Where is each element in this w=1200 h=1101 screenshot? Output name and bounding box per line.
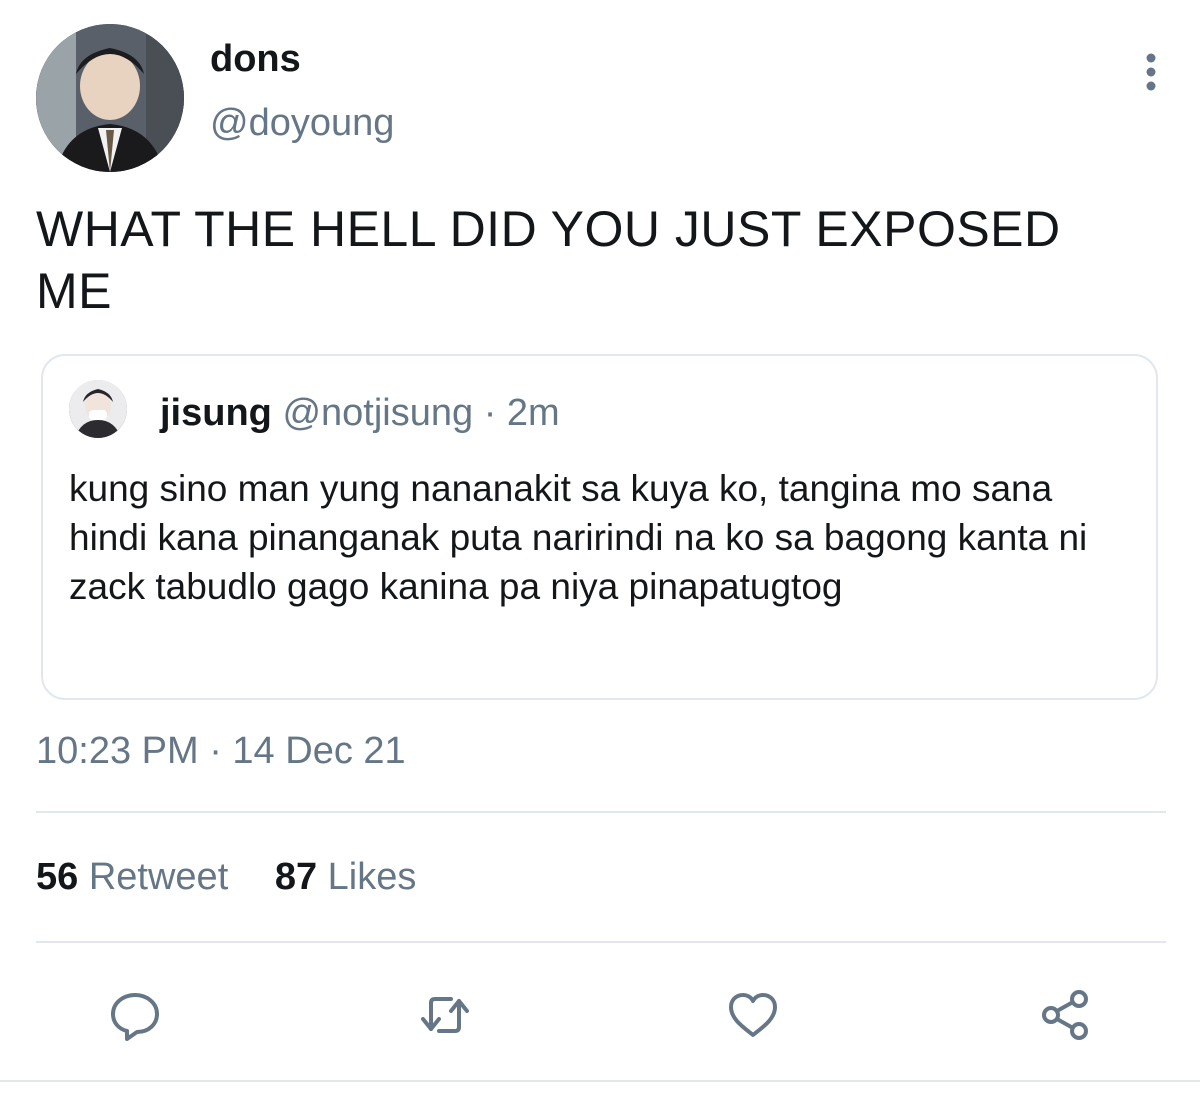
author-display-name[interactable]: dons [210, 38, 301, 81]
author-avatar[interactable] [36, 24, 184, 172]
author-handle[interactable]: @doyoung [210, 102, 394, 145]
tweet-text: WHAT THE HELL DID YOU JUST EXPOSED ME [36, 201, 1061, 319]
quoted-header: jisung @notjisung · 2m [160, 392, 560, 435]
likes-count: 87 [274, 856, 318, 898]
quoted-handle[interactable]: @notjisung [282, 392, 473, 434]
reply-button[interactable] [100, 980, 170, 1050]
retweet-icon [421, 997, 469, 1033]
reply-icon [111, 993, 159, 1041]
retweets-label: Retweet [88, 856, 229, 898]
heart-icon [729, 993, 777, 1037]
user-avatar-icon [36, 24, 184, 172]
tweet-header: dons @doyoung [36, 24, 1166, 174]
quoted-text: kung sino man yung nananakit sa kuya ko,… [69, 468, 1088, 607]
tweet-timestamp[interactable]: 10:23 PM · 14 Dec 21 [36, 730, 406, 773]
tweet-stats: 56 Retweet 87 Likes [36, 856, 452, 899]
likes-label: Likes [327, 856, 417, 898]
like-button[interactable] [718, 980, 788, 1050]
quoted-separator: · [483, 392, 497, 434]
quoted-display-name[interactable]: jisung [160, 392, 272, 434]
more-options-button[interactable] [1136, 52, 1166, 92]
quoted-tweet[interactable]: jisung @notjisung · 2m kung sino man yun… [41, 354, 1158, 700]
likes-stat[interactable]: 87 Likes [275, 856, 417, 899]
quoted-author-avatar[interactable] [69, 380, 127, 438]
divider-bottom [0, 1080, 1200, 1082]
more-vertical-icon [1146, 53, 1156, 91]
divider-top [36, 811, 1166, 813]
retweets-count: 56 [36, 856, 79, 898]
quoted-time[interactable]: 2m [507, 392, 560, 434]
retweets-stat[interactable]: 56 Retweet [36, 856, 228, 899]
quoted-user-avatar-icon [69, 380, 127, 438]
retweet-button[interactable] [410, 980, 480, 1050]
share-icon [1042, 990, 1088, 1040]
share-button[interactable] [1030, 980, 1100, 1050]
divider-middle [36, 941, 1166, 943]
action-bar [0, 980, 1200, 1050]
